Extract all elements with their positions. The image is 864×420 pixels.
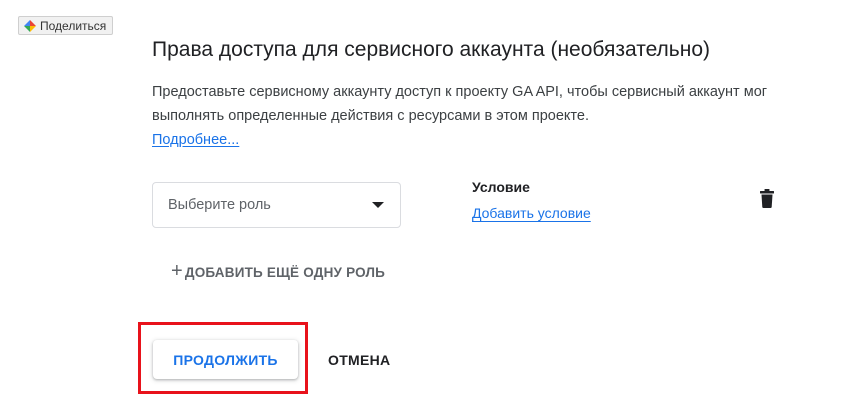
service-account-permissions-page: Поделиться Права доступа для сервисного … [0,0,864,420]
section-description: Предоставьте сервисному аккаунту доступ … [152,80,792,152]
add-another-role-button[interactable]: + ДОБАВИТЬ ЕЩЁ ОДНУ РОЛЬ [171,260,386,282]
continue-button[interactable]: ПРОДОЛЖИТЬ [153,340,298,379]
role-select-placeholder: Выберите роль [168,197,271,213]
add-another-role-label: ДОБАВИТЬ ЕЩЁ ОДНУ РОЛЬ [184,264,386,280]
cancel-button[interactable]: ОТМЕНА [318,340,400,379]
share-button-label: Поделиться [40,18,107,33]
condition-label: Условие [472,179,530,195]
dropdown-arrow-icon [372,202,384,208]
trash-icon[interactable] [760,189,774,208]
role-select[interactable]: Выберите роль [152,182,401,228]
colorful-diamond-icon [24,19,36,32]
plus-icon: + [171,260,183,282]
learn-more-link[interactable]: Подробнее... [152,132,239,148]
description-text: Предоставьте сервисному аккаунту доступ … [152,84,768,124]
section-title: Права доступа для сервисного аккаунта (н… [152,38,711,61]
add-condition-link[interactable]: Добавить условие [472,205,591,221]
share-button[interactable]: Поделиться [18,16,114,35]
